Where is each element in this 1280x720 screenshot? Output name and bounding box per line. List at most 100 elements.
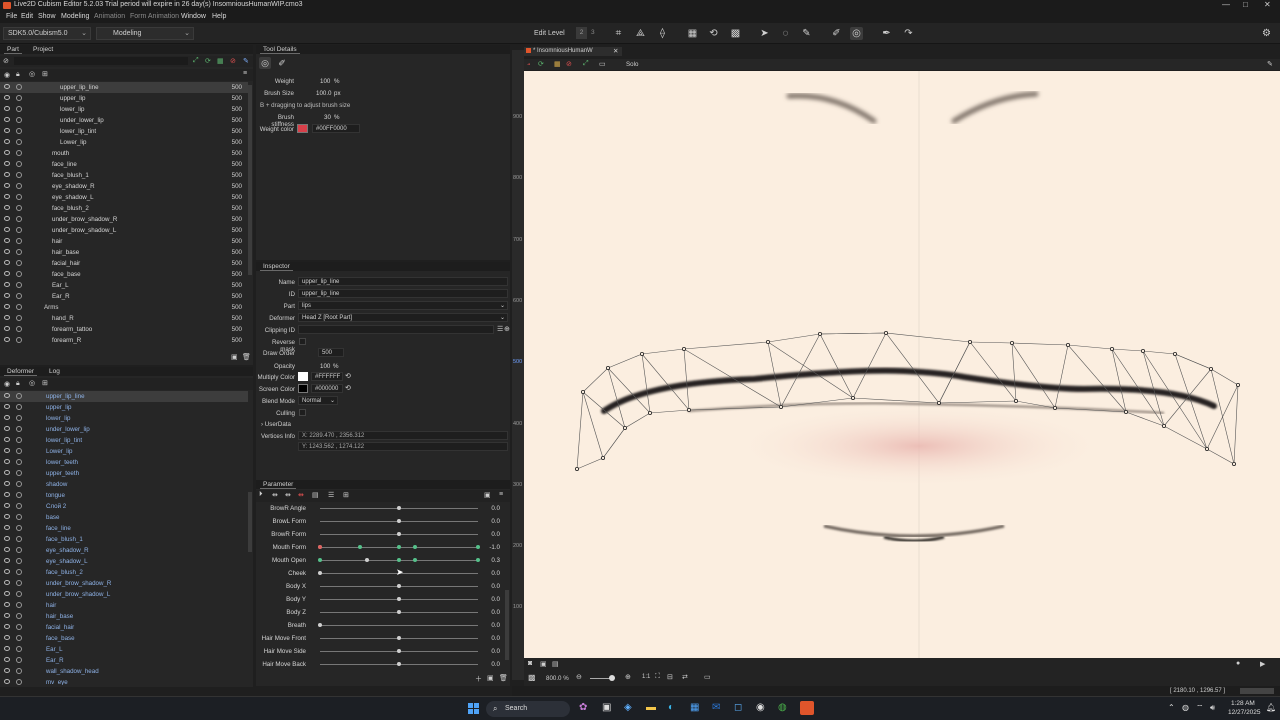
opacity-value[interactable]: 100 [320,363,330,370]
parameter-slider[interactable] [320,625,478,626]
part-row[interactable]: upper_lip_line 500 [0,82,248,93]
visibility-eye-icon[interactable] [4,415,10,420]
parameter-row[interactable]: Body Y 0.0 [256,593,506,606]
deformer-row[interactable]: Lower_lip [0,446,248,457]
lock-toggle-icon[interactable] [16,205,22,211]
visibility-eye-icon[interactable] [4,216,10,221]
visibility-eye-icon[interactable] [4,95,10,100]
lock-toggle-icon[interactable] [16,426,22,432]
list-icon[interactable]: ☰ [328,491,334,499]
filter-icon[interactable]: ◎ [29,70,35,78]
tab-project[interactable]: Project [30,46,56,53]
display-mode-icon[interactable]: ▭ [704,673,711,681]
part-row[interactable]: facial_hair 500 [0,258,248,269]
hierarchy-icon[interactable]: ⊞ [343,491,349,499]
tab-part[interactable]: Part [4,46,22,54]
lock-icon[interactable]: 🔒︎ [16,71,20,79]
task-view-icon[interactable]: ▣ [602,702,611,713]
edit-level-3[interactable]: 3 [591,29,595,36]
lock-toggle-icon[interactable] [16,393,22,399]
parameter-slider-thumb[interactable] [318,623,322,627]
close-button[interactable]: ✕ [1264,0,1271,9]
camera-icon[interactable]: ◙ [528,660,532,667]
zoom-value[interactable]: 800.0 % [546,675,569,682]
keyform-dot[interactable] [397,558,401,562]
part-row[interactable]: face_blush_2 500 [0,203,248,214]
name-field[interactable]: upper_lip_line [298,277,508,286]
lock-toggle-icon[interactable] [16,404,22,410]
parameter-row[interactable]: BrowL Form 0.0 [256,515,506,528]
document-tab[interactable]: * InsomniousHumanW ✕ [524,47,622,56]
parameter-slider-thumb[interactable] [318,571,322,575]
expand-icon[interactable]: ⤢ [193,57,199,65]
copilot-app-icon[interactable]: ◈ [624,702,632,713]
parameter-slider-thumb[interactable] [397,636,401,640]
weight-color-field[interactable]: #00FF0000 [312,124,360,133]
app-icon[interactable]: ◻ [734,702,742,713]
visibility-eye-icon[interactable] [4,293,10,298]
layout-icon[interactable]: ▭ [599,60,606,68]
visibility-eye-icon[interactable] [4,315,10,320]
parameter-slider-thumb[interactable] [397,649,401,653]
zoom-out-icon[interactable]: ⊖ [576,673,582,681]
parameter-row[interactable]: Body Z 0.0 [256,606,506,619]
menu-window[interactable]: Window [181,13,206,20]
parameter-row[interactable]: Body X 0.0 [256,580,506,593]
redo-icon[interactable]: ↷ [902,27,915,40]
keyform-dot[interactable] [318,558,322,562]
parameter-row[interactable]: Mouth Open 0.3 [256,554,506,567]
part-row[interactable]: eye_shadow_L 500 [0,192,248,203]
deformer-row[interactable]: tongue [0,490,248,501]
refresh-icon[interactable]: ⟳ [205,57,211,65]
menu-show[interactable]: Show [38,13,56,20]
part-row[interactable]: forearm_tattoo 500 [0,324,248,335]
part-row[interactable]: hair 500 [0,236,248,247]
copilot-icon[interactable]: ✿ [579,702,587,713]
close-tab-icon[interactable]: ✕ [613,47,618,55]
parameter-slider-thumb[interactable] [397,597,401,601]
deformer-row[interactable]: lower_lip [0,413,248,424]
visibility-eye-icon[interactable] [4,106,10,111]
parameter-value[interactable]: 0.0 [491,661,500,668]
grid-view-icon[interactable]: ▦ [217,57,224,65]
draw-order-field[interactable]: 500 [318,348,344,357]
pin-icon[interactable]: ✎ [1267,60,1273,68]
id-field[interactable]: upper_lip_line [298,289,508,298]
steam-icon[interactable]: ◉ [756,702,765,713]
parameter-value[interactable]: 0.3 [491,557,500,564]
network-icon[interactable]: ⌔ [1196,703,1204,713]
chrome-icon[interactable]: ◍ [778,702,787,713]
parameter-slider-thumb[interactable] [397,610,401,614]
parameter-value[interactable]: 0.0 [491,622,500,629]
lock-toggle-icon[interactable] [16,150,22,156]
lock-toggle-icon[interactable] [16,183,22,189]
visibility-eye-icon[interactable] [4,679,10,684]
lock-toggle-icon[interactable] [16,304,22,310]
visibility-eye-icon[interactable] [4,249,10,254]
part-select[interactable]: lips ⌄ [298,301,508,310]
hierarchy-icon[interactable]: ⊞ [42,379,48,387]
start-windows-icon[interactable] [468,703,480,715]
visibility-eye-icon[interactable] [4,404,10,409]
brush-size-value[interactable]: 100.0 [316,90,331,97]
visibility-eye-icon[interactable] [4,128,10,133]
part-scrollbar[interactable] [248,85,252,275]
multiply-color-swatch[interactable] [298,372,308,381]
record-icon[interactable]: ● [1236,660,1240,667]
edge-icon[interactable]: ◐ [668,702,674,713]
visibility-eye-icon[interactable] [4,282,10,287]
lock-toggle-icon[interactable] [16,161,22,167]
blend-mode-select[interactable]: Normal ⌄ [298,396,338,405]
minimize-button[interactable]: — [1222,0,1230,9]
screen-color-swatch[interactable] [298,384,308,393]
parameter-row[interactable]: Hair Move Side 0.0 [256,645,506,658]
expand-icon[interactable]: ⤢ [583,60,589,68]
clock-time[interactable]: 1:28 AM [1231,700,1255,707]
target-icon[interactable]: ⊕ [504,325,510,333]
folder-icon[interactable]: ▣ [484,491,491,499]
fit-width-icon[interactable]: ⊟ [667,673,673,681]
lock-toggle-icon[interactable] [16,470,22,476]
visibility-eye-icon[interactable] [4,238,10,243]
parameter-row[interactable]: Cheek 0.0 [256,567,506,580]
parameter-slider-thumb[interactable] [397,532,401,536]
